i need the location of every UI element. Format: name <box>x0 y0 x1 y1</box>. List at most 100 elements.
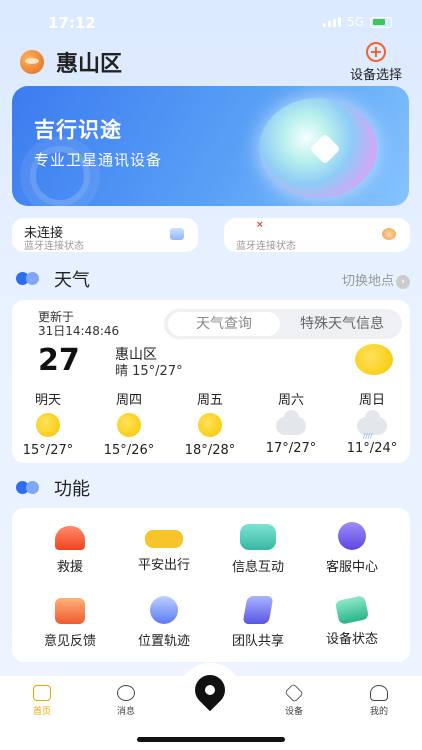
function-team-share[interactable]: 团队共享 <box>218 594 298 649</box>
section-title: 天气 <box>54 270 90 291</box>
forecast-range: 11°/24° <box>346 441 398 456</box>
message-icon <box>117 685 135 701</box>
rain-cloud-icon <box>357 410 387 440</box>
home-indicator <box>137 737 285 742</box>
function-label: 平安出行 <box>137 558 190 573</box>
nav-label: 设备 <box>284 707 303 717</box>
disconnected-icon: × <box>256 220 264 230</box>
forecast-day: 明天 15°/27° <box>15 389 81 458</box>
weather-card: 更新于 31日14:48:46 天气查询 特殊天气信息 27 惠山区 晴 15°… <box>12 300 410 463</box>
nav-profile[interactable]: 我的 <box>349 685 409 717</box>
toggle-dots-icon <box>16 481 42 494</box>
forecast-range: 18°/28° <box>184 443 236 458</box>
status-indicators: 5G <box>323 15 392 29</box>
status-bar: 17:12 5G <box>0 0 422 44</box>
sun-icon <box>355 344 393 375</box>
map-pin-icon <box>188 668 232 712</box>
forecast-range: 17°/27° <box>265 441 317 456</box>
banner-subtitle: 专业卫星通讯设备 <box>34 151 163 169</box>
current-temperature: 27 <box>38 343 80 378</box>
page-title[interactable]: 惠山区 <box>56 46 122 78</box>
customer-service-icon <box>338 522 366 550</box>
forecast-day-name: 周日 <box>358 393 385 408</box>
bluetooth-status-card-right[interactable]: × 蓝牙连接状态 <box>224 218 410 252</box>
plus-circle-icon: + <box>366 42 386 62</box>
forecast-day-name: 周五 <box>196 393 223 408</box>
promo-banner[interactable]: 吉行识途 专业卫星通讯设备 <box>12 86 409 206</box>
forecast-day-name: 周四 <box>115 393 142 408</box>
forecast-day-name: 明天 <box>34 393 61 408</box>
sun-icon <box>198 413 222 437</box>
location-track-icon <box>150 596 178 624</box>
forecast-day: 周四 15°/26° <box>96 389 162 458</box>
cloud-icon <box>276 410 306 435</box>
sun-icon <box>117 413 141 437</box>
tab-special-weather[interactable]: 特殊天气信息 <box>286 312 398 336</box>
feedback-box-icon <box>55 598 85 624</box>
function-label: 客服中心 <box>325 560 378 575</box>
section-title: 功能 <box>54 479 90 500</box>
device-select-label: 设备选择 <box>349 68 402 83</box>
forecast-range: 15°/26° <box>103 443 155 458</box>
switch-location-label: 切换地点 <box>341 274 394 289</box>
function-label: 团队共享 <box>231 634 284 649</box>
layers-icon <box>284 683 304 703</box>
rescue-alarm-icon <box>55 526 85 550</box>
nav-home[interactable]: 首页 <box>12 685 72 717</box>
chevron-right-icon: › <box>396 275 410 289</box>
function-device-status[interactable]: 设备状态 <box>312 594 392 647</box>
switch-location-link[interactable]: 切换地点 › <box>342 270 410 289</box>
nav-devices[interactable]: 设备 <box>264 683 324 717</box>
bluetooth-status-card-left[interactable]: 未连接 蓝牙连接状态 <box>12 218 198 252</box>
nav-messages[interactable]: 消息 <box>96 685 156 717</box>
network-type: 5G <box>347 15 364 29</box>
device-select-button[interactable]: + 设备选择 <box>344 42 408 83</box>
user-icon <box>370 685 388 701</box>
functions-section-header: 功能 <box>16 475 410 500</box>
status-time: 17:12 <box>48 14 96 32</box>
function-feedback[interactable]: 意见反馈 <box>30 594 110 649</box>
weather-tabs: 天气查询 特殊天气信息 <box>164 309 402 339</box>
sun-icon <box>36 413 60 437</box>
satellite-orb-image <box>259 98 377 198</box>
function-customer-service[interactable]: 客服中心 <box>312 520 392 575</box>
globe-icon <box>20 50 44 74</box>
device-status-icon <box>334 595 370 625</box>
location-center-button[interactable] <box>177 663 243 729</box>
nav-label: 首页 <box>32 707 51 717</box>
function-label: 信息互动 <box>231 560 284 575</box>
connection-sublabel: 蓝牙连接状态 <box>236 241 296 252</box>
nav-label: 我的 <box>369 707 388 717</box>
chat-icon <box>240 524 276 550</box>
function-label: 意见反馈 <box>43 634 96 649</box>
battery-icon <box>370 16 392 28</box>
car-icon <box>145 530 183 548</box>
home-icon <box>33 685 51 701</box>
forecast-day: 周日 11°/24° <box>339 389 405 456</box>
forecast-range: 15°/27° <box>22 443 74 458</box>
weather-section-header: 天气 切换地点 › <box>16 266 410 291</box>
function-safe-travel[interactable]: 平安出行 <box>124 520 204 573</box>
header: 惠山区 + 设备选择 <box>0 42 422 83</box>
function-label: 设备状态 <box>325 632 378 647</box>
banner-title: 吉行识途 <box>34 118 122 142</box>
toggle-dots-icon <box>16 272 42 285</box>
function-info-interaction[interactable]: 信息互动 <box>218 520 298 575</box>
weather-description: 晴 15°/27° <box>115 364 183 379</box>
forecast-day: 周六 17°/27° <box>258 389 324 456</box>
forecast-day: 周五 18°/28° <box>177 389 243 458</box>
tab-weather-query[interactable]: 天气查询 <box>168 312 280 336</box>
team-share-icon <box>242 596 274 624</box>
function-location-track[interactable]: 位置轨迹 <box>124 594 204 649</box>
function-label: 位置轨迹 <box>137 634 190 649</box>
connection-sublabel: 蓝牙连接状态 <box>24 241 84 252</box>
function-label: 救援 <box>56 560 83 575</box>
nav-label: 消息 <box>116 707 135 717</box>
device-icon <box>382 228 396 240</box>
update-time: 31日14:48:46 <box>38 324 120 338</box>
function-rescue[interactable]: 救援 <box>30 520 110 575</box>
forecast-day-name: 周六 <box>277 393 304 408</box>
device-icon <box>170 228 184 240</box>
functions-grid: 救援 平安出行 信息互动 客服中心 意见反馈 位置轨迹 团队共享 设备状态 <box>12 508 410 662</box>
signal-icon <box>323 17 342 27</box>
